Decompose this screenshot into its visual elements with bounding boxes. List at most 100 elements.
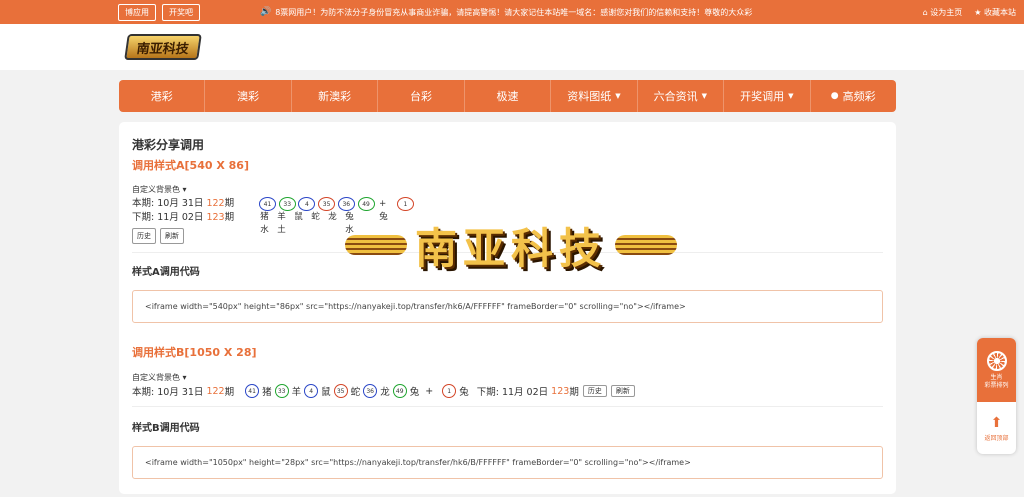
set-home-label: 设为主页 [930,7,963,17]
zodiac-chart-button[interactable]: 生肖 彩票排列 [977,338,1016,402]
nav-item-hk[interactable]: 港彩 [119,80,206,112]
nav-item-macau[interactable]: 澳彩 [205,80,292,112]
style-a-code[interactable]: <iframe width="540px" height="86px" src=… [132,290,883,323]
bookmark-link[interactable]: ★ 收藏本站 [974,7,1016,18]
lottery-ball: 36 [363,384,378,398]
speaker-icon: 🔊 [260,7,272,17]
arrow-up-icon: ⬆ [990,414,1003,431]
next-label: 下期: [132,212,155,223]
history-button[interactable]: 历史 [132,228,156,244]
bg-color-text: 自定义背景色 [132,373,180,382]
nav-item-materials[interactable]: 资料图纸 ▼ [551,80,638,112]
app-button[interactable]: 博应用 [118,3,156,21]
paint-icon: ▾ [182,185,187,194]
lottery-ball: 41 [245,384,260,398]
divider [132,406,883,407]
refresh-button[interactable]: 刷新 [160,228,184,244]
paint-icon: ▾ [182,373,187,382]
style-a-heading: 调用样式A[540 X 86] [132,159,249,172]
history-button[interactable]: 历史 [582,385,607,397]
caret-down-icon: ▼ [788,92,794,100]
share-card: 港彩分享调用 调用样式A[540 X 86] 自定义背景色 ▾ 本期: 10月 … [119,122,896,494]
plus-sign: + [425,385,434,397]
element-label: 土 [277,225,286,235]
fire-icon: ● [830,91,839,101]
back-to-top-label: 返回顶部 [984,434,1009,442]
zodiac-chart-label: 生肖 彩票排列 [984,373,1009,389]
style-b-code-label: 样式B调用代码 [132,423,200,434]
zodiac-label: 猪 [260,212,269,222]
nav-label: 澳彩 [237,90,260,103]
special-ball: 1 [442,384,457,398]
zodiac-label: 龙 [380,387,390,398]
caret-down-icon: ▼ [615,92,621,100]
side-widget: 生肖 彩票排列 ⬆ 返回顶部 [977,338,1016,454]
site-logo[interactable]: 南亚科技 [124,34,202,60]
watermark-text: 南亚科技 [414,223,607,273]
set-home-link[interactable]: ⌂ 设为主页 [923,7,963,18]
nav-label: 港彩 [150,90,173,103]
next-issue: 123 [206,212,225,223]
nav-label: 台彩 [410,90,433,103]
issue-info: 本期: 10月 31日 122期 下期: 11月 02日 123期 历史 刷新 [132,197,256,244]
lottery-ball: 33 [274,384,289,398]
next-label: 下期: [476,387,499,398]
current-issue: 122 [206,385,225,397]
style-b-heading: 调用样式B[1050 X 28] [132,346,257,359]
issue-suffix: 期 [224,387,235,398]
issue-suffix: 期 [224,212,235,223]
main-nav: 港彩 澳彩 新澳彩 台彩 极速 资料图纸 ▼ 六合资讯 ▼ 开奖调用 ▼ ● 高频彩 [119,80,896,112]
nav-label: 高频彩 [842,90,876,103]
issue-suffix: 期 [569,387,579,398]
header: 南亚科技 [0,24,1024,70]
issue-suffix: 期 [224,198,235,209]
zodiac-label: 兔 [459,387,469,398]
nav-label: 资料图纸 [567,90,612,103]
star-icon: ★ [974,7,984,17]
zodiac-label: 鼠 [321,387,331,398]
lottery-button[interactable]: 开奖吧 [162,3,200,21]
lottery-ball: 49 [392,384,407,398]
current-label: 本期: [132,198,155,209]
brand-watermark: 南亚科技 [296,208,726,282]
nav-item-high-freq[interactable]: ● 高频彩 [811,80,896,112]
lottery-ball: 41 [259,197,276,211]
nav-label: 六合资讯 [653,90,698,103]
caret-down-icon: ▼ [701,92,708,100]
bg-color-label[interactable]: 自定义背景色 ▾ [132,184,883,195]
zodiac-label: 兔 [409,387,420,398]
zodiac-wheel-icon [986,350,1007,371]
nav-item-taiwan[interactable]: 台彩 [378,80,465,112]
right-wing [615,235,677,255]
nav-item-new-macau[interactable]: 新澳彩 [292,80,379,112]
current-label: 本期: [132,387,155,398]
nav-item-news[interactable]: 六合资讯 ▼ [638,80,725,112]
notice-marquee: 8票网用户！为防不法分子身份冒充从事商业诈骗，请提高警惕！请大家记住本站唯一域名… [275,7,753,17]
refresh-button[interactable]: 刷新 [610,385,635,397]
current-issue: 122 [206,198,225,209]
lottery-ball: 35 [333,384,348,398]
nav-item-speed[interactable]: 极速 [465,80,552,112]
next-issue: 123 [551,385,570,397]
lottery-ball: 33 [278,197,296,211]
zodiac-label: 猪 [262,387,272,398]
left-wing [344,235,407,255]
nav-label: 新澳彩 [318,90,352,103]
style-b-code[interactable]: <iframe width="1050px" height="28px" src… [132,446,883,479]
top-bar: 博应用 开奖吧 🔊 8票网用户！为防不法分子身份冒充从事商业诈骗，请提高警惕！请… [0,0,1024,24]
element-label: 水 [260,225,269,235]
nav-label: 极速 [496,90,519,103]
lottery-ball: 4 [304,384,319,398]
style-b-preview: 自定义背景色 ▾ 本期: 10月 31日 122 期 41 猪 33 羊 4鼠 35 蛇… [132,372,883,398]
bookmark-label: 收藏本站 [984,7,1016,17]
zodiac-label: 蛇 [350,387,361,398]
next-date: 11月 02日 [157,212,204,223]
bg-color-label[interactable]: 自定义背景色 ▾ [132,372,883,383]
nav-item-draw-call[interactable]: 开奖调用 ▼ [724,80,811,112]
next-date: 11月 02日 [501,387,549,398]
nav-label: 开奖调用 [740,90,785,103]
zodiac-label: 羊 [291,387,302,398]
current-date: 10月 31日 [157,387,204,398]
page-title: 港彩分享调用 [132,138,205,152]
back-to-top-button[interactable]: ⬆ 返回顶部 [977,402,1016,454]
